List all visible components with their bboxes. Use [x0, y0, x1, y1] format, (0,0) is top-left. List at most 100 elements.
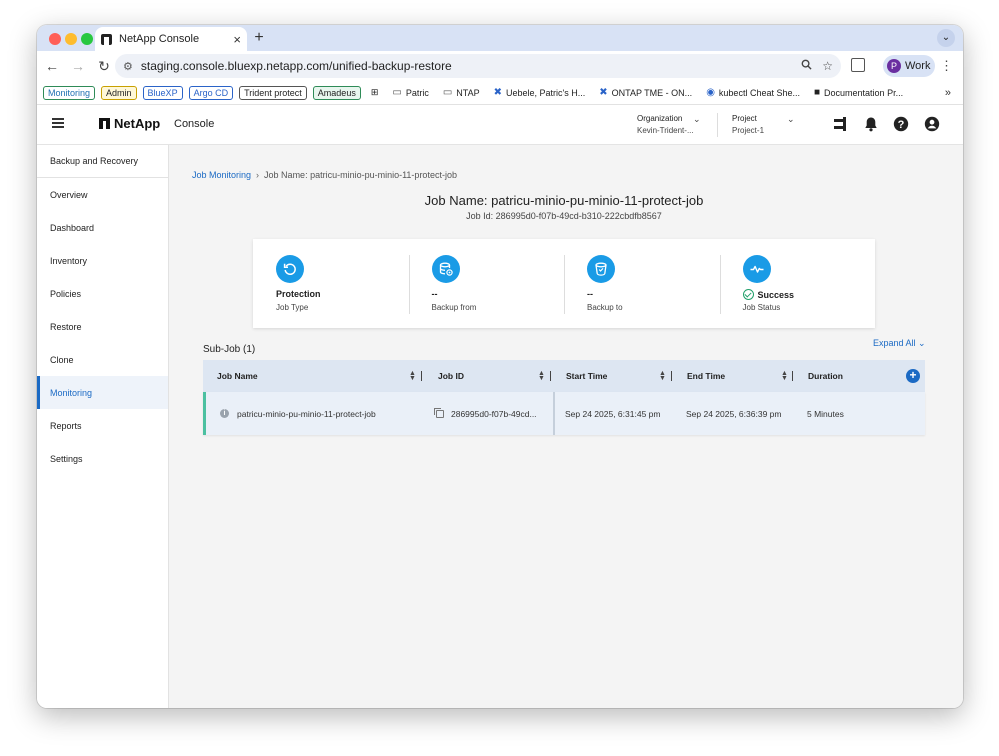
menu-icon[interactable] — [52, 118, 64, 128]
storage-bucket-icon — [587, 255, 615, 283]
activity-pulse-icon — [742, 255, 771, 283]
browser-toolbar: ← → ↻ ⚙ staging.console.bluexp.netapp.co… — [37, 51, 963, 81]
zoom-search-icon[interactable] — [801, 59, 812, 73]
cell-job-name: i patricu-minio-pu-minio-11-protect-job — [206, 392, 424, 435]
column-header-job-name[interactable]: Job Name ▲ ▼ — [203, 360, 424, 392]
chevron-down-icon: ⌄ — [918, 338, 926, 348]
sidebar-title: Backup and Recovery — [37, 145, 168, 178]
netapp-icon: ■ — [813, 87, 821, 98]
table-row[interactable]: i patricu-minio-pu-minio-11-protect-job … — [203, 392, 925, 435]
bookmark-kubectl[interactable]: ◉ kubectl Cheat She... — [702, 86, 804, 99]
bookmark-label: ONTAP TME - ON... — [611, 87, 693, 98]
cell-start-time: Sep 24 2025, 6:31:45 pm — [555, 392, 676, 435]
bookmark-bluexp[interactable]: BlueXP — [142, 85, 183, 100]
column-resize-handle[interactable] — [550, 371, 551, 381]
divider — [717, 113, 718, 137]
backup-to-label: Backup to — [587, 303, 623, 312]
sidebar-item-reports[interactable]: Reports — [37, 409, 168, 442]
bookmark-trident-protect[interactable]: Trident protect — [239, 85, 307, 100]
organization-selector[interactable]: Organization Kevin-Trident-... ⌄ — [637, 113, 701, 137]
row-duration: 5 Minutes — [807, 408, 844, 419]
project-selector[interactable]: Project Project-1 ⌄ — [732, 113, 796, 137]
tab-search-chevron-icon[interactable]: ⌄ — [937, 29, 955, 47]
bookmark-uebele[interactable]: ✖ Uebele, Patric's H... — [490, 86, 590, 99]
column-resize-handle[interactable] — [671, 371, 672, 381]
success-check-icon — [742, 289, 754, 300]
close-window-button[interactable] — [49, 33, 61, 45]
sort-icon[interactable]: ▲ ▼ — [781, 370, 788, 382]
netapp-logo[interactable]: NetApp — [99, 116, 160, 131]
row-job-name: patricu-minio-pu-minio-11-protect-job — [237, 408, 376, 419]
column-header-duration[interactable]: Duration — [794, 360, 894, 392]
help-icon[interactable]: ? — [893, 116, 909, 132]
sort-icon[interactable]: ▲ ▼ — [659, 370, 666, 382]
table-header: Job Name ▲ ▼ Job ID ▲ ▼ Start Time ▲ ▼ End … — [203, 360, 925, 392]
job-type-label: Job Type — [276, 303, 309, 312]
column-header-end-time[interactable]: End Time ▲ ▼ — [673, 360, 794, 392]
bookmark-ontap-tme[interactable]: ✖ ONTAP TME - ON... — [595, 86, 696, 99]
sidebar-item-settings[interactable]: Settings — [37, 442, 168, 475]
extensions-icon[interactable] — [851, 58, 865, 72]
column-resize-handle[interactable] — [792, 371, 793, 381]
more-bookmarks-icon[interactable]: » — [945, 87, 951, 99]
sidebar-item-overview[interactable]: Overview — [37, 178, 168, 211]
browser-tab[interactable]: NetApp Console × — [95, 27, 247, 51]
product-name: Console — [174, 118, 215, 130]
column-resize-handle[interactable] — [421, 371, 422, 381]
user-account-icon[interactable] — [924, 116, 940, 132]
backup-to-value: -- — [587, 289, 593, 299]
column-header-start-time[interactable]: Start Time ▲ ▼ — [552, 360, 673, 392]
maximize-window-button[interactable] — [81, 33, 93, 45]
bookmark-monitoring[interactable]: Monitoring — [43, 85, 96, 100]
folder-icon: ▭ — [442, 87, 453, 98]
bookmark-argo-cd[interactable]: Argo CD — [188, 85, 234, 100]
reload-icon[interactable]: ↻ — [91, 58, 117, 75]
expand-all-label: Expand All — [873, 338, 916, 348]
close-tab-icon[interactable]: × — [233, 32, 241, 47]
url-text[interactable]: staging.console.bluexp.netapp.com/unifie… — [141, 59, 791, 73]
breadcrumb-job-monitoring-link[interactable]: Job Monitoring — [192, 170, 251, 180]
brand-name: NetApp — [114, 116, 161, 131]
workloads-icon[interactable] — [832, 116, 848, 132]
sidebar-item-clone[interactable]: Clone — [37, 343, 168, 376]
bookmark-folder-patric[interactable]: ▭ Patric — [388, 86, 432, 99]
netapp-logo-icon — [99, 118, 110, 129]
address-bar[interactable]: ⚙ staging.console.bluexp.netapp.com/unif… — [115, 54, 841, 78]
sidebar-item-policies[interactable]: Policies — [37, 277, 168, 310]
forward-arrow-icon[interactable]: → — [65, 58, 91, 74]
bookmark-documentation[interactable]: ■ Documentation Pr... — [810, 86, 907, 99]
copy-icon[interactable] — [434, 407, 444, 418]
minimize-window-button[interactable] — [65, 33, 77, 45]
column-header-job-id[interactable]: Job ID ▲ ▼ — [424, 360, 552, 392]
sort-icon[interactable]: ▲ ▼ — [538, 370, 545, 382]
summary-job-type: Protection Job Type — [253, 239, 409, 328]
add-column-icon[interactable]: + — [906, 369, 920, 383]
page-title: Job Name: patricu-minio-pu-minio-11-prot… — [424, 193, 704, 208]
confluence-icon: ✖ — [493, 87, 503, 98]
bookmark-amadeus[interactable]: Amadeus — [312, 85, 361, 100]
expand-all-button[interactable]: Expand All ⌄ — [873, 338, 926, 349]
organization-label: Organization — [637, 114, 683, 123]
chevron-down-icon: ⌄ — [787, 114, 795, 124]
bookmark-folder-ntap[interactable]: ▭ NTAP — [439, 86, 484, 99]
sidebar-item-monitoring[interactable]: Monitoring — [37, 376, 168, 409]
site-settings-icon[interactable]: ⚙ — [123, 60, 133, 73]
sidebar-item-dashboard[interactable]: Dashboard — [37, 211, 168, 244]
info-icon[interactable]: i — [220, 409, 229, 418]
new-tab-icon[interactable]: + — [251, 29, 267, 47]
bookmark-star-icon[interactable]: ☆ — [822, 59, 833, 73]
browser-menu-icon[interactable]: ⋮ — [940, 58, 953, 74]
back-arrow-icon[interactable]: ← — [39, 58, 65, 74]
bookmark-admin[interactable]: Admin — [101, 85, 137, 100]
profile-button[interactable]: P Work — [883, 55, 935, 77]
bell-icon[interactable] — [863, 116, 879, 132]
sidebar-item-restore[interactable]: Restore — [37, 310, 168, 343]
sort-icon[interactable]: ▲ ▼ — [409, 370, 416, 382]
bookmark-label: Documentation Pr... — [824, 87, 904, 98]
apps-grid-icon[interactable]: ⊞ — [367, 86, 383, 99]
summary-backup-to: -- Backup to — [564, 239, 720, 328]
svg-text:?: ? — [898, 119, 905, 131]
sidebar-item-inventory[interactable]: Inventory — [37, 244, 168, 277]
row-start-time: Sep 24 2025, 6:31:45 pm — [565, 408, 661, 419]
browser-window: NetApp Console × + ⌄ ← → ↻ ⚙ staging.con… — [37, 25, 963, 708]
